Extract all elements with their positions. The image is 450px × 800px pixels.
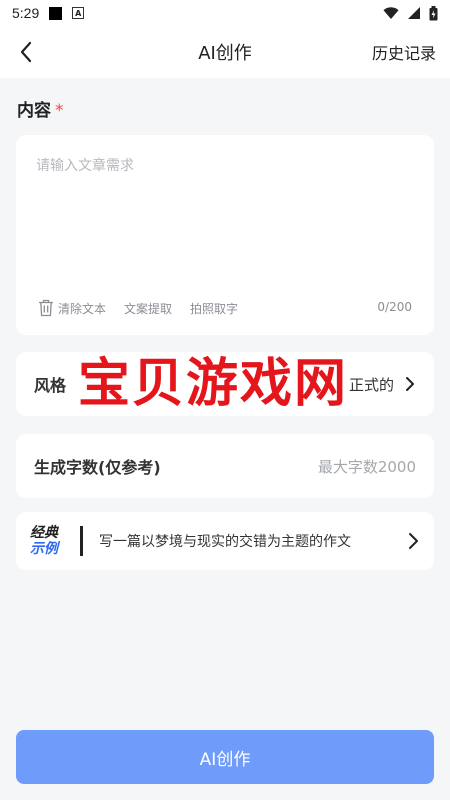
content-label: 内容 * [17,96,64,121]
status-icons [383,5,438,21]
clear-text-label: 清除文本 [58,301,107,316]
history-button[interactable]: 历史记录 [372,40,436,64]
style-value: 正式的 [349,374,416,395]
content-card: 清除文本 文案提取 拍照取字 0/200 [16,135,434,335]
example-badge: 经典 示例 [30,525,72,557]
content-input[interactable] [36,155,414,275]
photo-ocr-button[interactable]: 拍照取字 [190,300,238,317]
top-app-bar: AI创作 历史记录 [0,26,450,78]
style-selector[interactable]: 风格 正式的 [16,352,434,416]
wifi-icon [383,7,399,19]
status-bar: 5:29 A [0,0,450,26]
word-count-label: 生成字数(仅参考) [34,458,161,477]
example-row[interactable]: 经典 示例 写一篇以梦境与现实的交错为主题的作文 [16,512,434,570]
example-text: 写一篇以梦境与现实的交错为主题的作文 [99,534,351,550]
extract-copy-label: 文案提取 [124,301,173,316]
word-count-row: 生成字数(仅参考) 最大字数2000 [16,434,434,498]
chevron-left-icon [20,41,32,63]
example-badge-line1: 经典 [30,525,58,541]
battery-icon [429,5,438,20]
word-count-input[interactable]: 最大字数2000 [318,456,416,477]
chevron-right-icon [406,377,414,391]
signal-icon [408,7,420,19]
required-mark: * [55,101,64,121]
chevron-right-icon [409,533,418,549]
char-count: 0/200 [377,300,412,314]
content-label-text: 内容 [17,101,51,121]
notification-square-icon [49,6,63,20]
trash-icon [39,299,53,317]
style-label: 风格 [34,376,67,395]
a-box-icon: A [72,7,85,19]
example-badge-line2: 示例 [30,541,58,557]
status-time: 5:29 [12,5,40,21]
example-divider [80,526,83,556]
back-button[interactable] [12,38,40,66]
photo-ocr-label: 拍照取字 [190,301,239,316]
ai-create-button[interactable]: AI创作 [16,730,434,784]
content-tools: 清除文本 文案提取 拍照取字 [38,299,256,317]
style-value-text: 正式的 [348,375,394,394]
clear-text-button[interactable]: 清除文本 [38,299,106,317]
extract-copy-button[interactable]: 文案提取 [124,300,172,317]
